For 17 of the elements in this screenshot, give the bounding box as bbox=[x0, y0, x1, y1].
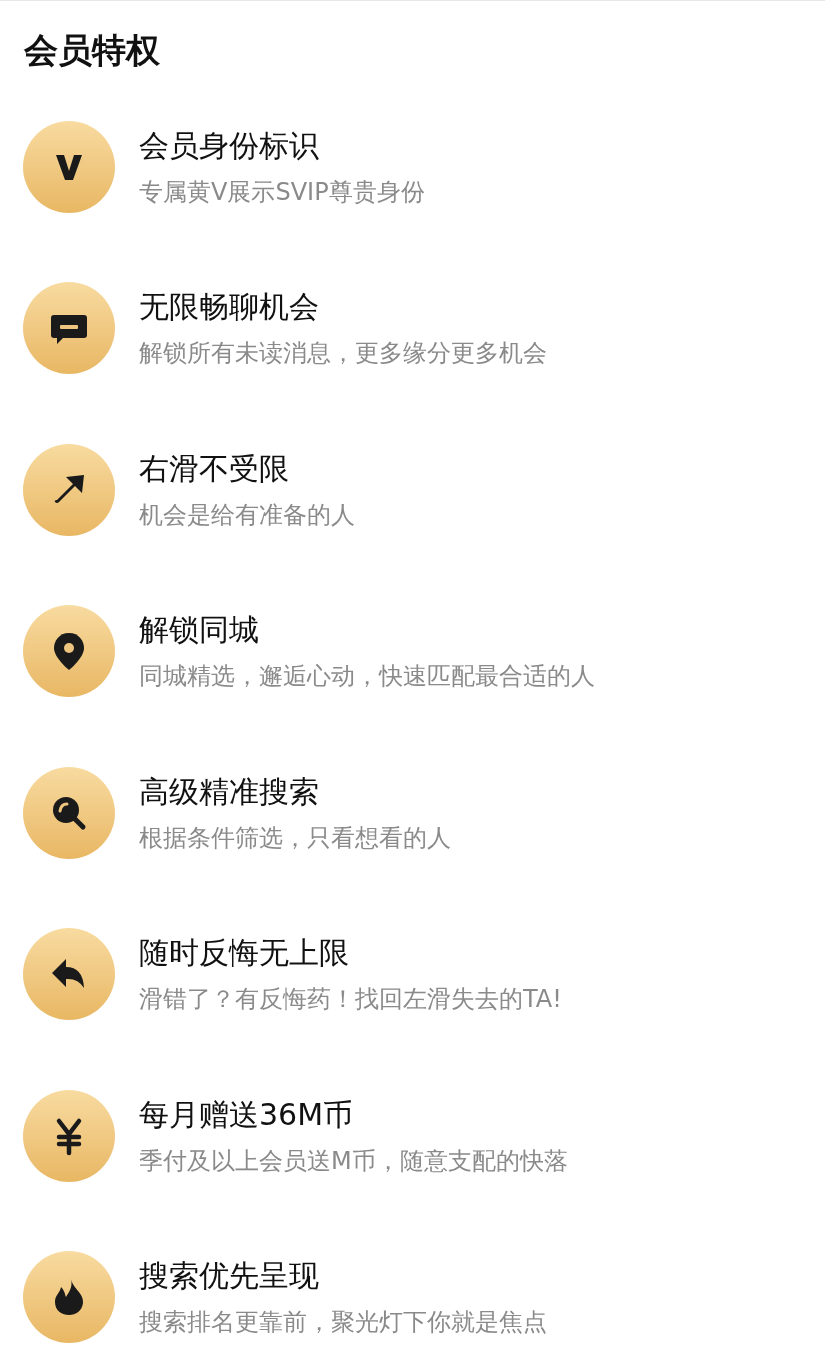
privilege-title: 搜索优先呈现 bbox=[139, 1257, 320, 1296]
privilege-title: 右滑不受限 bbox=[139, 449, 290, 488]
privilege-description: 季付及以上会员送M币，随意支配的快落 bbox=[139, 1145, 568, 1176]
privilege-title: 每月赠送36M币 bbox=[139, 1095, 355, 1134]
privilege-title: 会员身份标识 bbox=[139, 126, 320, 165]
privilege-description: 专属黄V展示SVIP尊贵身份 bbox=[139, 176, 425, 207]
privilege-description: 搜索排名更靠前，聚光灯下你就是焦点 bbox=[139, 1307, 547, 1338]
privilege-description: 滑错了？有反悔药！找回左滑失去的TA! bbox=[139, 984, 562, 1015]
privilege-description: 机会是给有准备的人 bbox=[139, 499, 355, 530]
privilege-description: 同城精选，邂逅心动，快速匹配最合适的人 bbox=[139, 661, 595, 692]
privilege-description: 根据条件筛选，只看想看的人 bbox=[139, 822, 451, 853]
privilege-title: 无限畅聊机会 bbox=[139, 288, 320, 327]
privilege-title: 高级精准搜索 bbox=[139, 772, 320, 811]
privilege-title: 随时反悔无上限 bbox=[139, 934, 350, 973]
section-title: 会员特权 bbox=[23, 29, 161, 72]
privilege-description: 解锁所有未读消息，更多缘分更多机会 bbox=[139, 338, 547, 369]
privilege-title: 解锁同城 bbox=[139, 611, 260, 650]
